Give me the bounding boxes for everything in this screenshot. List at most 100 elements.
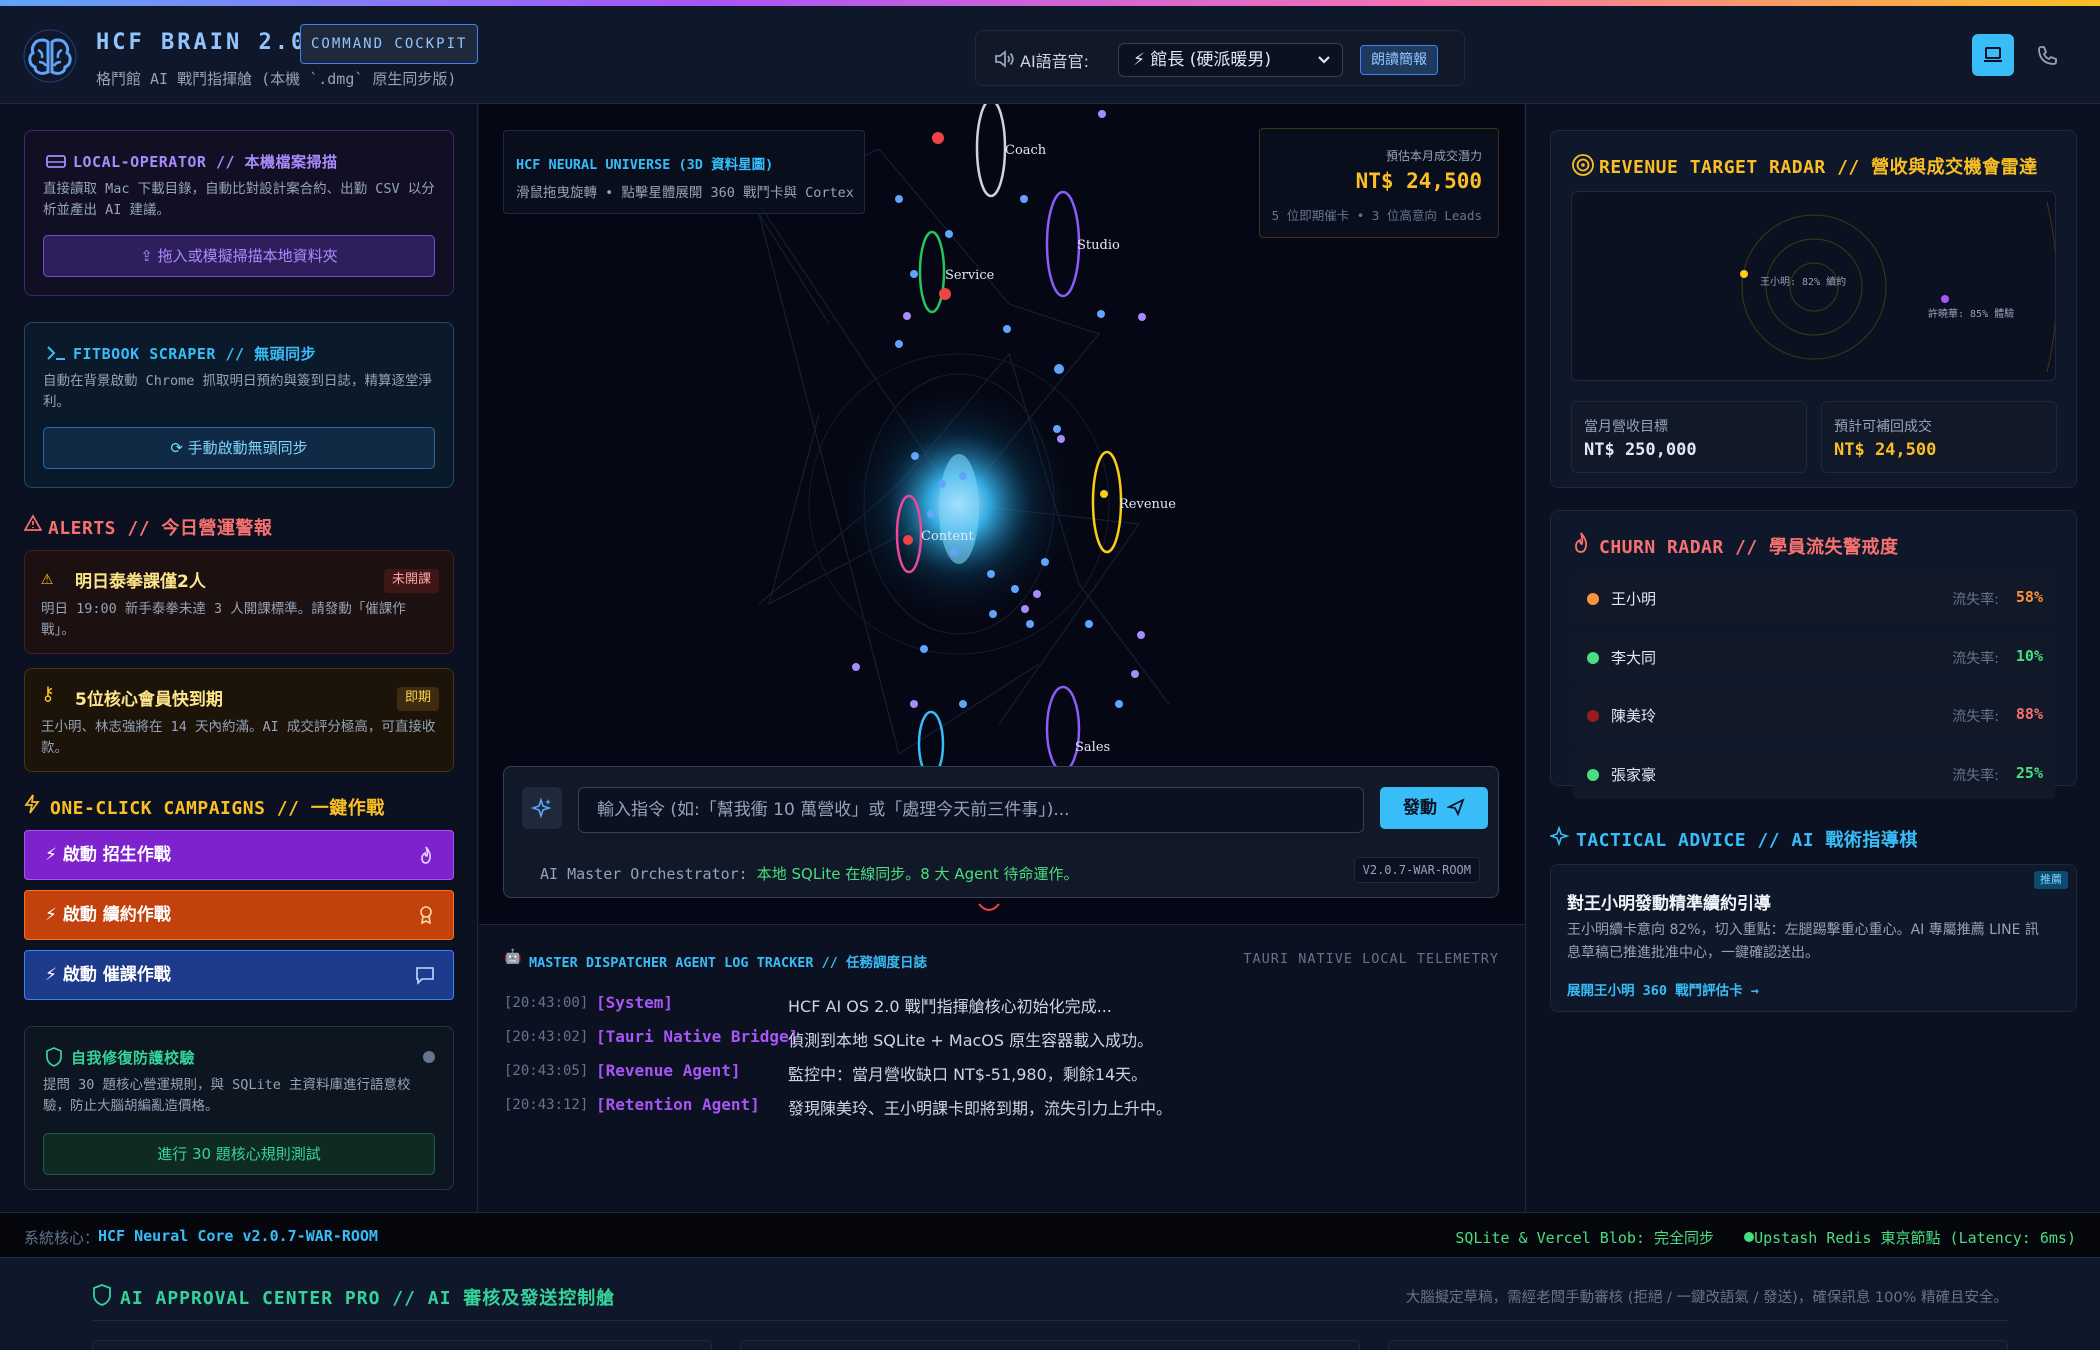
app-title: HCF BRAIN 2.0: [96, 30, 308, 55]
sparkles-icon: [531, 797, 552, 819]
node-label: Sales: [1075, 740, 1110, 755]
node-label: Service: [945, 268, 995, 283]
monthly-target-box: 當月營收目標 NT$ 250,000: [1571, 401, 1807, 473]
read-briefing-button[interactable]: 朗讀簡報: [1360, 45, 1438, 75]
open-battle-card-link[interactable]: 展開王小明 360 戰鬥評估卡 →: [1567, 979, 1759, 999]
mode-badge: COMMAND COCKPIT: [300, 24, 479, 64]
headless-sync-button[interactable]: ⟳ 手動啟動無頭同步: [43, 427, 435, 469]
log-message: 發現陳美玲、王小明課卡即將到期，流失引力上升中。: [788, 1099, 1173, 1118]
self-repair-desc: 提問 30 題核心營運規則，與 SQLite 主資料庫進行語意校驗，防止大腦胡編…: [43, 1077, 411, 1114]
scan-local-folder-button[interactable]: ⇪ 拖入或模擬掃描本地資料夾: [43, 235, 435, 277]
revenue-radar-chart: 王小明: 82% 續約 許曉華: 85% 體驗: [1571, 191, 2056, 381]
orchestrator-text: 本地 SQLite 在線同步。8 大 Agent 待命運作。: [756, 865, 1079, 883]
star-node[interactable]: Service: [918, 230, 995, 314]
recruit-campaign-label: ⚡ 啟動 招生作戰: [45, 845, 171, 865]
log-agent: [System]: [596, 993, 674, 1012]
hard-drive-icon: [46, 155, 66, 168]
robot-icon: 🤖: [504, 949, 522, 965]
refresh-icon: ⟳: [170, 439, 188, 457]
desktop-mode-button[interactable]: [1972, 34, 2014, 76]
star-node[interactable]: Studio: [1045, 190, 1120, 298]
rule-test-button[interactable]: 進行 30 題核心規則測試: [43, 1133, 435, 1175]
local-operator-card: LOCAL-OPERATOR // 本機檔案掃描 直接讀取 Mac 下載目錄，自…: [24, 130, 454, 296]
self-repair-title: 自我修復防護校驗: [71, 1049, 196, 1067]
revenue-radar-card: REVENUE TARGET RADAR // 營收與成交機會雷達 王小明: 8…: [1550, 130, 2077, 488]
voice-selected-value: ⚡ 館長 (硬派暖男): [1133, 50, 1272, 70]
right-column: REVENUE TARGET RADAR // 營收與成交機會雷達 王小明: 8…: [1525, 104, 2100, 1212]
node-label: Coach: [1005, 143, 1047, 158]
log-agent: [Tauri Native Bridge]: [596, 1027, 799, 1046]
sparkles-icon: [1550, 826, 1570, 846]
revenue-radar-title: REVENUE TARGET RADAR // 營收與成交機會雷達: [1599, 157, 2038, 178]
star-node[interactable]: Coach: [975, 104, 1047, 198]
launch-button[interactable]: 發動: [1380, 787, 1488, 829]
recommended-badge: 推薦: [2034, 871, 2068, 889]
log-time: [20:43:02]: [504, 1029, 589, 1045]
radar-point[interactable]: [1941, 295, 1949, 303]
node-label: Content: [921, 529, 974, 544]
member-name: 李大同: [1611, 649, 1657, 667]
target-icon: [1572, 154, 1594, 176]
approval-draft-card[interactable]: [1388, 1340, 2008, 1350]
recoverable-box: 預計可補回成交 NT$ 24,500: [1821, 401, 2057, 473]
neural-universe-canvas[interactable]: Coach Studio Service Revenue Content Sal…: [479, 104, 1524, 924]
shield-icon: [93, 1284, 111, 1306]
send-icon: [1446, 798, 1465, 817]
fitbook-desc: 自動在背景啟動 Chrome 抓取明日預約與簽到日誌，精算逐堂淨利。: [43, 373, 433, 410]
divider: [92, 1320, 2008, 1321]
app-subtitle: 格鬥館 AI 戰鬥指揮艙 (本機 `.dmg` 原生同步版): [96, 70, 457, 88]
churn-row[interactable]: 張家豪 流失率: 25%: [1573, 751, 2055, 799]
status-dot: [1587, 652, 1599, 664]
local-operator-desc: 直接讀取 Mac 下載目錄，自動比對設計案合約、出勤 CSV 以分析並產出 AI…: [43, 181, 435, 218]
radar-point[interactable]: [1740, 270, 1748, 278]
agent-log-tracker: 🤖 MASTER DISPATCHER AGENT LOG TRACKER //…: [479, 924, 1524, 1212]
laptop-icon: [1984, 47, 2002, 62]
churn-rate-value: 58%: [2015, 588, 2043, 606]
voice-select[interactable]: ⚡ 館長 (硬派暖男): [1118, 43, 1343, 77]
orchestrator-status: AI Master Orchestrator: 本地 SQLite 在線同步。8…: [540, 863, 1079, 884]
scan-local-folder-label: 拖入或模擬掃描本地資料夾: [157, 247, 338, 265]
renew-campaign-label: ⚡ 啟動 續約作戰: [45, 905, 171, 925]
forecast-sub: 5 位即期催卡 • 3 位高意向 Leads: [1271, 208, 1482, 223]
approval-draft-card[interactable]: [92, 1340, 712, 1350]
universe-hint: 滑鼠拖曳旋轉 • 點擊星體展開 360 戰鬥卡與 Cortex: [516, 185, 854, 201]
recruit-campaign-button[interactable]: ⚡ 啟動 招生作戰: [24, 830, 454, 880]
target-value: NT$ 250,000: [1584, 440, 1697, 460]
ai-magic-button[interactable]: [522, 787, 562, 829]
phone-mode-button[interactable]: [2026, 34, 2068, 76]
alert-desc: 明日 19:00 新手泰拳未達 3 人開課標準。請發動「催課作戰」。: [41, 601, 406, 638]
member-name: 陳美玲: [1611, 707, 1657, 725]
universe-title: HCF NEURAL UNIVERSE (3D 資料星圖): [516, 157, 774, 173]
forecast-panel: 預估本月成交潛力 NT$ 24,500 5 位即期催卡 • 3 位高意向 Lea…: [1259, 128, 1499, 238]
redis-status: Upstash Redis 東京節點 (Latency: 6ms): [1754, 1229, 2076, 1247]
alert-card[interactable]: ⚠ 明日泰拳課僅2人 未開課 明日 19:00 新手泰拳未達 3 人開課標準。請…: [24, 550, 454, 654]
churn-row[interactable]: 王小明 流失率: 58%: [1573, 575, 2055, 623]
tactical-card[interactable]: 推薦 對王小明發動精準續約引導 王小明續卡意向 82%，切入重點：左腿踢擊重心重…: [1550, 864, 2077, 1012]
log-agent: [Revenue Agent]: [596, 1061, 741, 1080]
alert-title: 明日泰拳課僅2人: [75, 572, 206, 592]
class-reminder-campaign-button[interactable]: ⚡ 啟動 催課作戰: [24, 950, 454, 1000]
flame-icon: [1575, 532, 1588, 553]
command-placeholder: 輸入指令 (如:「幫我衝 10 萬營收」或「處理今天前三件事」)...: [597, 800, 1070, 820]
approval-draft-card[interactable]: [740, 1340, 1360, 1350]
star-node[interactable]: Sales: [1045, 685, 1110, 773]
status-dot: [1587, 769, 1599, 781]
churn-rate-value: 88%: [2015, 705, 2043, 723]
command-input[interactable]: 輸入指令 (如:「幫我衝 10 萬營收」或「處理今天前三件事」)...: [578, 787, 1364, 833]
alerts-title: ALERTS // 今日營運警報: [48, 518, 273, 539]
approval-desc: 大腦擬定草稿，需經老闆手動審核 (拒絕 / 一鍵改語氣 / 發送)，確保訊息 1…: [1405, 1290, 2008, 1306]
churn-rate-value: 10%: [2015, 647, 2043, 665]
churn-radar-card: CHURN RADAR // 學員流失警戒度 王小明 流失率: 58% 李大同 …: [1550, 510, 2077, 799]
voice-label: AI語音官:: [1020, 52, 1090, 71]
warning-icon: ⚠: [41, 565, 54, 589]
log-agent: [Retention Agent]: [596, 1095, 760, 1114]
churn-row[interactable]: 陳美玲 流失率: 88%: [1573, 692, 2055, 740]
alert-tag: 未開課: [383, 569, 439, 593]
churn-row[interactable]: 李大同 流失率: 10%: [1573, 634, 2055, 682]
voice-officer-panel: AI語音官: ⚡ 館長 (硬派暖男) 朗讀簡報: [975, 30, 1465, 86]
renew-campaign-button[interactable]: ⚡ 啟動 續約作戰: [24, 890, 454, 940]
brain-logo-icon: [23, 29, 77, 83]
log-telemetry-label: TAURI NATIVE LOCAL TELEMETRY: [1243, 951, 1499, 967]
alert-card[interactable]: ⚷ 5位核心會員快到期 即期 王小明、林志強將在 14 天內約滿。AI 成交評分…: [24, 668, 454, 772]
tactical-heading: 對王小明發動精準續約引導: [1567, 894, 1771, 914]
